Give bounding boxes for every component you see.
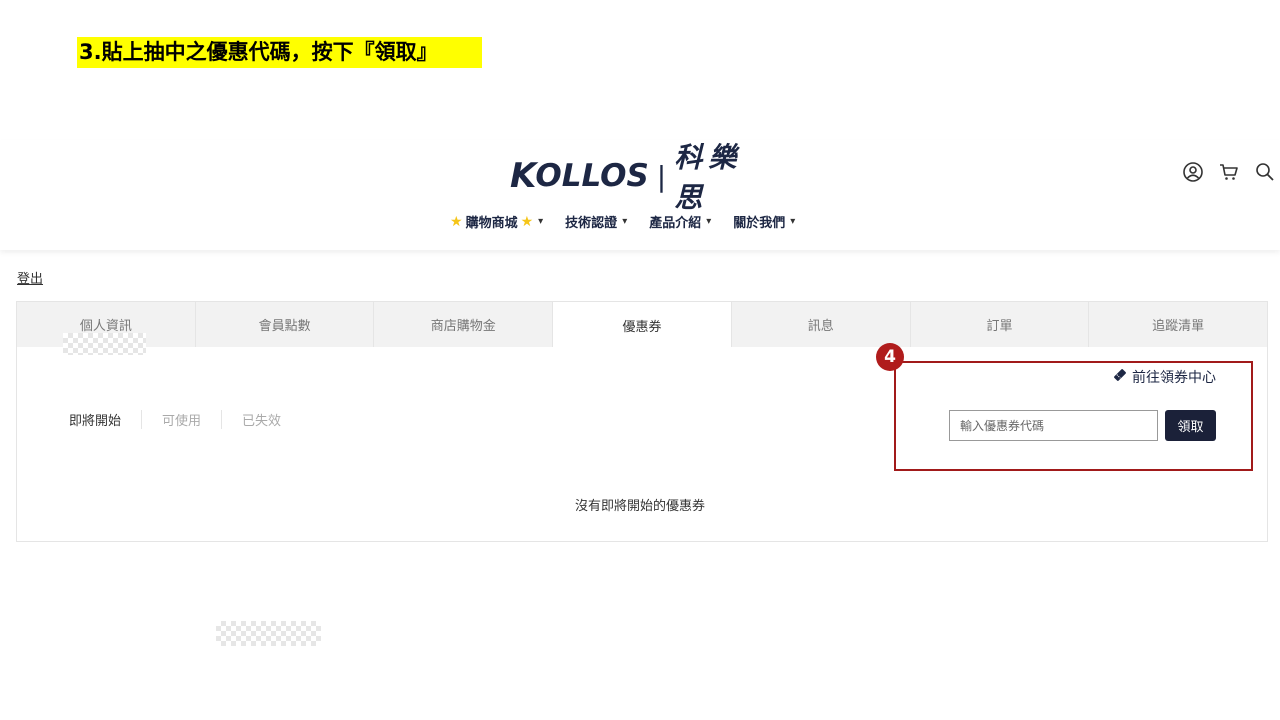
- nav-item-products[interactable]: 產品介紹 ▾: [649, 212, 711, 231]
- claim-button[interactable]: 領取: [1165, 410, 1216, 441]
- chevron-down-icon: ▾: [622, 216, 628, 227]
- logo-separator: |: [656, 159, 667, 193]
- chevron-down-icon: ▾: [538, 216, 544, 227]
- star-icon: ★: [450, 213, 463, 230]
- chevron-down-icon: ▾: [706, 216, 712, 227]
- tab-points[interactable]: 會員點數: [195, 302, 375, 348]
- instruction-banner: 3.貼上抽中之優惠代碼，按下『領取』: [77, 37, 482, 68]
- search-icon[interactable]: [1254, 161, 1276, 183]
- redacted-area: [63, 333, 146, 355]
- user-icon[interactable]: [1182, 161, 1204, 183]
- filter-upcoming[interactable]: 即將開始: [69, 410, 141, 429]
- tab-messages[interactable]: 訊息: [731, 302, 911, 348]
- redacted-area: [216, 621, 321, 646]
- nav-item-label: 關於我們: [733, 216, 786, 231]
- chevron-down-icon: ▾: [790, 216, 796, 227]
- filter-available[interactable]: 可使用: [141, 410, 221, 429]
- tab-store-credit[interactable]: 商店購物金: [374, 302, 554, 348]
- nav-item-certification[interactable]: 技術認證 ▾: [565, 212, 627, 231]
- logo-chinese: 科樂思: [674, 141, 743, 214]
- filter-expired[interactable]: 已失效: [221, 410, 301, 429]
- step-badge: 4: [876, 343, 904, 371]
- logout-link[interactable]: 登出: [17, 268, 43, 287]
- header-icons: [1182, 161, 1276, 183]
- main-nav: ★ 購物商城 ★ ▾ 技術認證 ▾ 產品介紹 ▾ 關於我們 ▾: [450, 212, 795, 232]
- nav-item-shop[interactable]: ★ 購物商城 ★ ▾: [450, 212, 544, 232]
- logo-k: K: [510, 156, 536, 196]
- tab-coupons[interactable]: 優惠券: [553, 302, 732, 348]
- tab-wishlist[interactable]: 追蹤清單: [1089, 302, 1268, 348]
- nav-item-label: 購物商城: [465, 216, 518, 231]
- site-header: K OLLOS | 科樂思 ★ 購物商城 ★ ▾ 技術認證 ▾ 產品介紹 ▾ 關…: [0, 140, 1280, 250]
- ticket-icon: [1112, 367, 1128, 387]
- nav-item-about[interactable]: 關於我們 ▾: [733, 212, 795, 231]
- member-tabs: 個人資訊 會員點數 商店購物金 優惠券 訊息 訂單 追蹤清單: [16, 301, 1268, 348]
- coupon-center-label: 前往領券中心: [1132, 370, 1216, 386]
- tab-orders[interactable]: 訂單: [910, 302, 1090, 348]
- coupon-code-input[interactable]: [949, 410, 1158, 441]
- cart-icon[interactable]: [1218, 161, 1240, 183]
- nav-item-label: 技術認證: [565, 216, 618, 231]
- logo-wordmark: OLLOS: [535, 158, 649, 194]
- empty-state-message: 沒有即將開始的優惠券: [574, 499, 705, 514]
- coupon-filters: 即將開始 可使用 已失效: [69, 410, 301, 429]
- coupon-center-link[interactable]: 前往領券中心: [1112, 367, 1216, 387]
- nav-item-label: 產品介紹: [649, 216, 702, 231]
- kollos-logo[interactable]: K OLLOS | 科樂思: [510, 141, 775, 214]
- star-icon: ★: [520, 213, 534, 230]
